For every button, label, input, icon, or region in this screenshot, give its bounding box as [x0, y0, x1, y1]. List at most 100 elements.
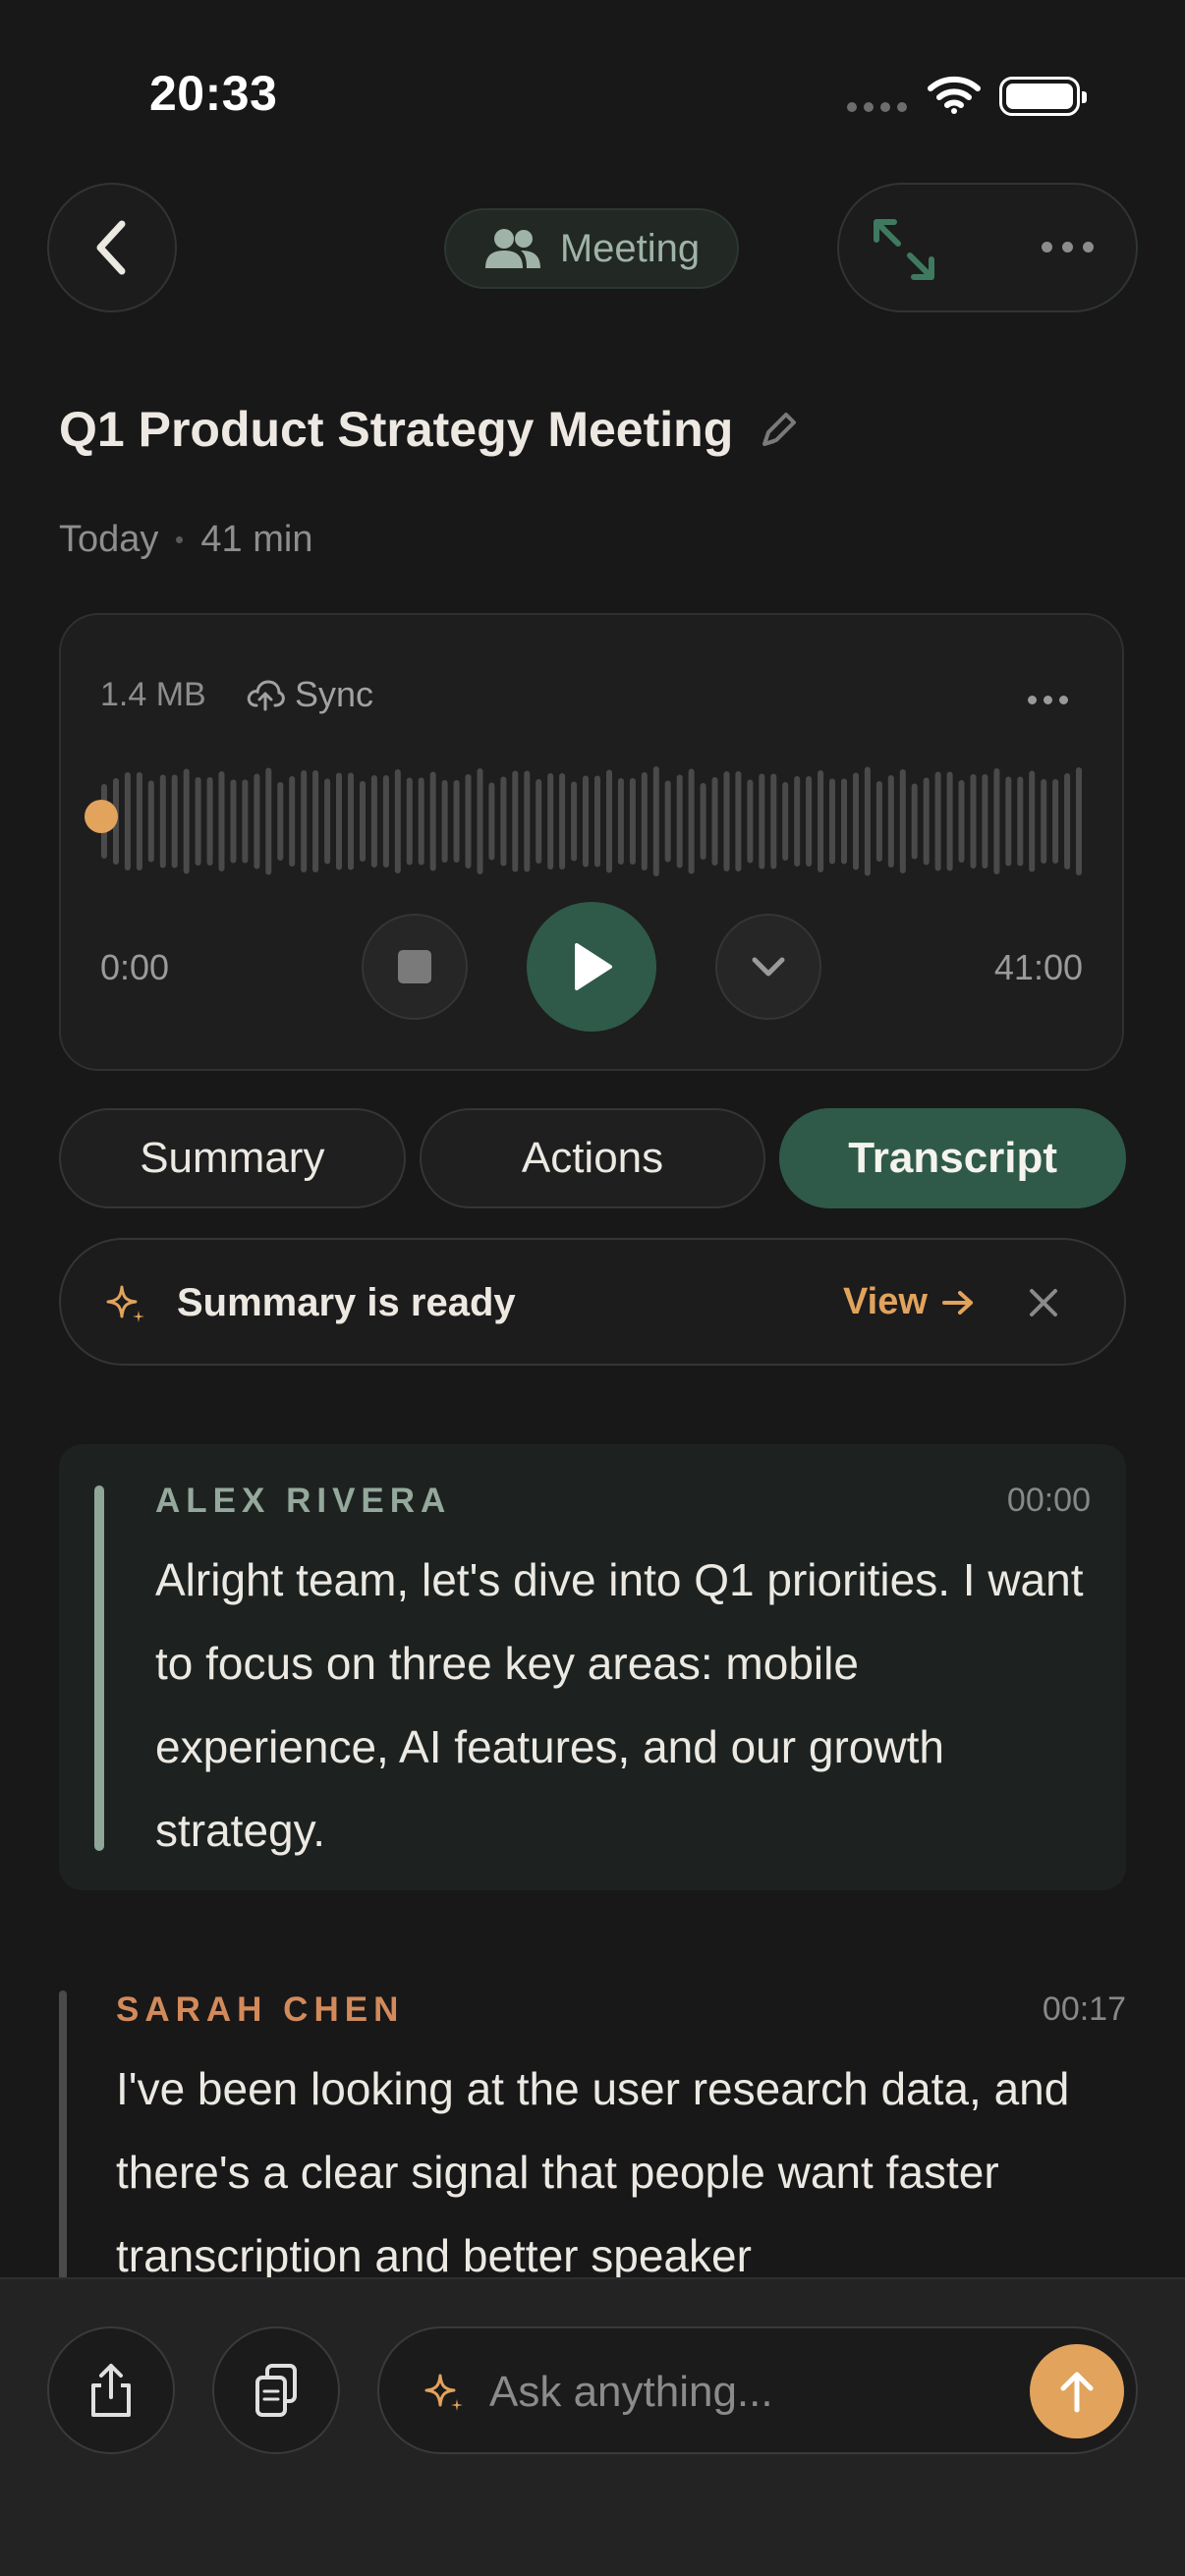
waveform-bar: [394, 769, 401, 873]
waveform-bar: [171, 774, 178, 868]
waveform-bar: [254, 773, 260, 869]
separator-dot: [176, 536, 184, 543]
waveform-bar: [688, 768, 695, 874]
waveform-bar: [382, 775, 389, 868]
view-summary-link[interactable]: View: [843, 1281, 975, 1323]
wifi-icon: [928, 76, 981, 114]
waveform-bar: [923, 777, 930, 866]
waveform-bar: [348, 772, 354, 870]
waveform-bar: [195, 777, 201, 866]
summary-ready-banner: Summary is ready View: [59, 1238, 1126, 1366]
waveform-bar: [594, 775, 600, 868]
meeting-duration: 41 min: [200, 519, 313, 560]
waveform-bar: [946, 771, 953, 871]
waveform-bar: [887, 775, 894, 868]
waveform-bar: [429, 771, 436, 871]
waveform-bar: [853, 772, 859, 870]
waveform-bar: [324, 778, 331, 865]
speaker-indicator: [94, 1485, 104, 1851]
waveform-bar: [700, 783, 706, 860]
waveform-bar: [759, 773, 765, 869]
title-row: Q1 Product Strategy Meeting: [59, 401, 800, 458]
chevron-down-icon: [752, 957, 785, 977]
waveform-bar: [312, 770, 319, 872]
send-button[interactable]: [1030, 2344, 1124, 2438]
transcript-entry[interactable]: ALEX RIVERA 00:00 Alright team, let's di…: [59, 1444, 1126, 1890]
entry-timestamp[interactable]: 00:17: [1043, 1990, 1126, 2029]
tab-transcript[interactable]: Transcript: [779, 1108, 1127, 1208]
collapse-player-button[interactable]: [715, 914, 821, 1020]
entry-text: Alright team, let's dive into Q1 priorit…: [155, 1554, 1084, 1856]
battery-icon: [999, 77, 1087, 116]
playhead-handle[interactable]: [85, 800, 118, 833]
expand-icon[interactable]: [869, 214, 939, 285]
cellular-signal-icon: [847, 102, 907, 112]
waveform-bar: [124, 772, 131, 870]
transcript-entry[interactable]: SARAH CHEN 00:17 I've been looking at th…: [59, 1990, 1126, 2315]
waveform-bar: [406, 777, 413, 866]
sync-button[interactable]: Sync: [246, 674, 373, 715]
waveform-bar: [301, 770, 308, 872]
meeting-type-label: Meeting: [559, 226, 701, 270]
pencil-icon[interactable]: [759, 409, 800, 450]
tab-summary[interactable]: Summary: [59, 1108, 406, 1208]
waveform-bar: [1076, 767, 1082, 875]
waveform-bar: [547, 773, 554, 869]
waveform[interactable]: [100, 766, 1087, 876]
waveform-bar: [770, 773, 777, 869]
tab-actions[interactable]: Actions: [419, 1108, 766, 1208]
stop-button[interactable]: [362, 914, 468, 1020]
waveform-bar: [289, 776, 296, 867]
speaker-name: SARAH CHEN: [116, 1990, 405, 2029]
waveform-bar: [875, 781, 882, 862]
waveform-bar: [794, 776, 801, 867]
waveform-bar: [453, 780, 460, 863]
banner-message: Summary is ready: [177, 1281, 516, 1324]
current-time: 0:00: [100, 947, 170, 987]
view-label: View: [843, 1281, 928, 1322]
header-actions: [837, 183, 1138, 312]
status-bar: 20:33: [0, 0, 1185, 187]
waveform-bar: [583, 775, 589, 868]
sparkle-icon: [424, 2374, 463, 2411]
chevron-left-icon: [96, 220, 126, 275]
waveform-bar: [242, 779, 249, 864]
entry-timestamp[interactable]: 00:00: [1007, 1482, 1091, 1520]
waveform-bar: [524, 770, 531, 872]
waveform-bar: [958, 780, 965, 863]
copy-button[interactable]: [212, 2326, 340, 2454]
waveform-bar: [1029, 770, 1036, 872]
waveform-bar: [277, 782, 284, 861]
more-horizontal-icon[interactable]: [1028, 696, 1068, 704]
waveform-bar: [500, 776, 507, 867]
cloud-upload-icon: [247, 680, 285, 711]
waveform-bar: [230, 779, 237, 864]
play-button[interactable]: [527, 902, 656, 1032]
waveform-bar: [1017, 776, 1024, 867]
arrow-right-icon: [941, 1290, 973, 1315]
waveform-bar: [829, 778, 835, 865]
waveform-bar: [711, 777, 718, 866]
meeting-type-pill[interactable]: Meeting: [444, 208, 739, 289]
waveform-bar: [664, 780, 671, 863]
close-icon[interactable]: [1026, 1285, 1061, 1320]
copy-icon: [255, 2364, 297, 2417]
more-horizontal-icon[interactable]: [1042, 242, 1094, 252]
ask-input[interactable]: [489, 2358, 981, 2427]
waveform-bar: [360, 781, 366, 862]
waveform-bar: [818, 770, 824, 872]
waveform-bar: [1052, 779, 1059, 864]
total-time: 41:00: [993, 947, 1083, 987]
waveform-bar: [641, 772, 648, 870]
waveform-bar: [629, 778, 636, 865]
waveform-bar: [899, 769, 906, 873]
back-button[interactable]: [47, 183, 177, 312]
waveform-bar: [183, 768, 190, 874]
page-title: Q1 Product Strategy Meeting: [59, 402, 734, 457]
waveform-bar: [617, 778, 624, 865]
meeting-meta: Today 41 min: [59, 519, 312, 561]
ask-input-container: [377, 2326, 1138, 2454]
share-button[interactable]: [47, 2326, 175, 2454]
waveform-bar: [911, 783, 918, 860]
waveform-bar: [571, 781, 578, 862]
